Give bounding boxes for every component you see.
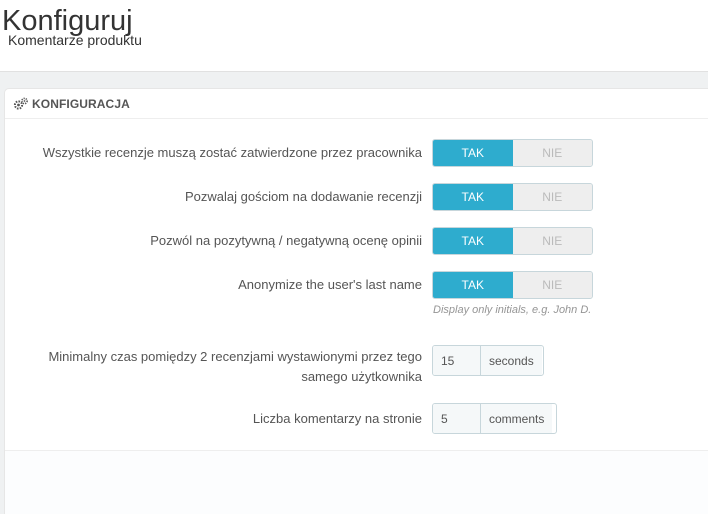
- setting-anonymize-label: Anonymize the user's last name: [238, 277, 422, 292]
- page-header: Konfiguruj Komentarze produktu: [0, 0, 708, 72]
- switch-no-option[interactable]: NIE: [512, 228, 592, 254]
- setting-usefulness-label: Pozwól na pozytywną / negatywną ocenę op…: [150, 233, 422, 248]
- setting-require-approval-switch[interactable]: TAK NIE: [432, 139, 593, 167]
- per-page-label: Liczba komentarzy na stronie: [252, 411, 422, 426]
- switch-yes-option[interactable]: TAK: [433, 228, 513, 254]
- panel-footer: [5, 450, 708, 514]
- per-page-input-group: 5 comments: [432, 403, 557, 434]
- cogs-icon: [13, 97, 29, 111]
- min-time-input[interactable]: 15: [433, 346, 481, 375]
- min-time-label-line2: samego użytkownika: [301, 369, 422, 384]
- switch-no-option[interactable]: NIE: [512, 272, 592, 298]
- switch-no-option[interactable]: NIE: [512, 140, 592, 166]
- setting-allow-guests-switch[interactable]: TAK NIE: [432, 183, 593, 211]
- per-page-unit: comments: [481, 404, 553, 433]
- setting-anonymize-help: Display only initials, e.g. John D.: [433, 304, 592, 316]
- min-time-label: Minimalny czas pomiędzy 2 recenzjami wys…: [2, 347, 422, 387]
- min-time-input-group: 15 seconds: [432, 345, 544, 376]
- page-subtitle: Komentarze produktu: [8, 32, 142, 48]
- setting-require-approval-label: Wszystkie recenzje muszą zostać zatwierd…: [42, 145, 422, 160]
- switch-no-option[interactable]: NIE: [512, 184, 592, 210]
- switch-yes-option[interactable]: TAK: [433, 272, 513, 298]
- panel-heading: KONFIGURACJA: [5, 89, 708, 119]
- panel-title: KONFIGURACJA: [32, 96, 130, 111]
- setting-allow-guests-label: Pozwalaj gościom na dodawanie recenzji: [184, 189, 422, 204]
- min-time-unit: seconds: [481, 346, 542, 375]
- switch-yes-option[interactable]: TAK: [433, 140, 513, 166]
- per-page-input[interactable]: 5: [433, 404, 481, 433]
- setting-usefulness-switch[interactable]: TAK NIE: [432, 227, 593, 255]
- setting-anonymize-switch[interactable]: TAK NIE: [432, 271, 593, 299]
- content-area: KONFIGURACJA Wszystkie recenzje muszą zo…: [0, 72, 708, 514]
- configuration-panel: KONFIGURACJA Wszystkie recenzje muszą zo…: [4, 88, 708, 514]
- switch-yes-option[interactable]: TAK: [433, 184, 513, 210]
- min-time-label-line1: Minimalny czas pomiędzy 2 recenzjami wys…: [48, 349, 422, 364]
